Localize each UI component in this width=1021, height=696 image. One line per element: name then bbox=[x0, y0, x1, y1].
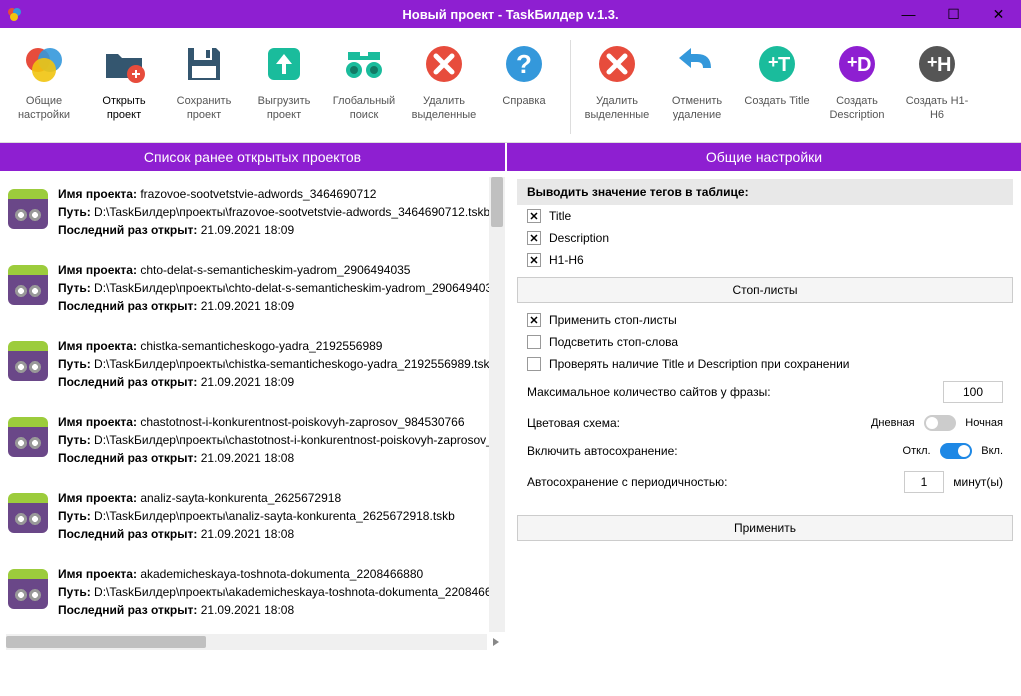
binoculars-icon bbox=[340, 40, 388, 88]
checkbox-description[interactable]: ✕Description bbox=[517, 227, 1013, 249]
checkbox-title[interactable]: ✕Title bbox=[517, 205, 1013, 227]
toolbar: Общие настройки Открыть проект Сохранить… bbox=[0, 28, 1021, 143]
checkbox-h1h6[interactable]: ✕H1-H6 bbox=[517, 249, 1013, 271]
projects-panel-header: Список ранее открытых проектов bbox=[0, 143, 505, 171]
autosave-toggle[interactable] bbox=[940, 443, 972, 459]
horizontal-scrollbar[interactable] bbox=[6, 634, 487, 650]
plus-d-icon: +D bbox=[833, 40, 881, 88]
project-item[interactable]: Имя проекта: akademicheskaya-toshnota-do… bbox=[8, 565, 497, 619]
projects-panel: Имя проекта: frazovoe-sootvetstvie-adwor… bbox=[0, 171, 505, 652]
autosave-period-input[interactable] bbox=[904, 471, 944, 493]
svg-text:+: + bbox=[768, 52, 779, 72]
settings-panel-header: Общие настройки bbox=[507, 143, 1021, 171]
delete-icon bbox=[593, 40, 641, 88]
delete-selected-button[interactable]: Удалить выделенные bbox=[404, 36, 484, 138]
color-scheme-label: Цветовая схема: bbox=[527, 416, 620, 430]
checkbox-apply-stop[interactable]: ✕Применить стоп-листы bbox=[517, 309, 1013, 331]
close-button[interactable]: ✕ bbox=[976, 0, 1021, 28]
max-sites-label: Максимальное количество сайтов у фразы: bbox=[527, 385, 771, 399]
delete-selected-button-2[interactable]: Удалить выделенные bbox=[577, 36, 657, 138]
vertical-scrollbar[interactable] bbox=[489, 177, 505, 632]
project-icon bbox=[8, 189, 48, 229]
open-project-button[interactable]: Открыть проект bbox=[84, 36, 164, 138]
settings-panel: Выводить значение тегов в таблице: ✕Titl… bbox=[505, 171, 1021, 652]
svg-text:H: H bbox=[937, 54, 951, 76]
svg-text:T: T bbox=[778, 54, 790, 76]
global-search-button[interactable]: Глобальный поиск bbox=[324, 36, 404, 138]
create-description-button[interactable]: +D Создать Description bbox=[817, 36, 897, 138]
save-project-button[interactable]: Сохранить проект bbox=[164, 36, 244, 138]
checkbox-highlight-stop[interactable]: Подсветить стоп-слова bbox=[517, 331, 1013, 353]
folder-open-icon bbox=[100, 40, 148, 88]
plus-h-icon: +H bbox=[913, 40, 961, 88]
maximize-button[interactable]: ☐ bbox=[931, 0, 976, 28]
stop-lists-button[interactable]: Стоп-листы bbox=[517, 277, 1013, 303]
create-h-button[interactable]: +H Создать H1-H6 bbox=[897, 36, 977, 138]
save-icon bbox=[180, 40, 228, 88]
svg-text:?: ? bbox=[516, 49, 532, 79]
delete-icon bbox=[420, 40, 468, 88]
project-item[interactable]: Имя проекта: chistka-semanticheskogo-yad… bbox=[8, 337, 497, 391]
circles-icon bbox=[20, 40, 68, 88]
create-title-button[interactable]: +T Создать Title bbox=[737, 36, 817, 138]
svg-text:+: + bbox=[847, 52, 858, 72]
max-sites-input[interactable] bbox=[943, 381, 1003, 403]
project-icon bbox=[8, 265, 48, 305]
project-item[interactable]: Имя проекта: analiz-sayta-konkurenta_262… bbox=[8, 489, 497, 543]
autosave-label: Включить автосохранение: bbox=[527, 444, 678, 458]
upload-icon bbox=[260, 40, 308, 88]
project-item[interactable]: Имя проекта: chastotnost-i-konkurentnost… bbox=[8, 413, 497, 467]
svg-text:+: + bbox=[927, 52, 938, 72]
minimize-button[interactable]: — bbox=[886, 0, 931, 28]
titlebar: Новый проект - TaskБилдер v.1.3. — ☐ ✕ bbox=[0, 0, 1021, 28]
help-button[interactable]: ? Справка bbox=[484, 36, 564, 138]
tags-section-header: Выводить значение тегов в таблице: bbox=[517, 179, 1013, 205]
undo-delete-button[interactable]: Отменить удаление bbox=[657, 36, 737, 138]
export-project-button[interactable]: Выгрузить проект bbox=[244, 36, 324, 138]
general-settings-button[interactable]: Общие настройки bbox=[4, 36, 84, 138]
color-scheme-toggle[interactable] bbox=[924, 415, 956, 431]
project-icon bbox=[8, 417, 48, 457]
project-item[interactable]: Имя проекта: frazovoe-sootvetstvie-adwor… bbox=[8, 185, 497, 239]
checkbox-check-title-desc[interactable]: Проверять наличие Title и Description пр… bbox=[517, 353, 1013, 375]
project-icon bbox=[8, 341, 48, 381]
app-icon bbox=[6, 6, 22, 22]
window-title: Новый проект - TaskБилдер v.1.3. bbox=[402, 7, 618, 22]
plus-t-icon: +T bbox=[753, 40, 801, 88]
apply-button[interactable]: Применить bbox=[517, 515, 1013, 541]
help-icon: ? bbox=[500, 40, 548, 88]
autosave-period-label: Автосохранение с периодичностью: bbox=[527, 475, 727, 489]
undo-icon bbox=[673, 40, 721, 88]
project-icon bbox=[8, 569, 48, 609]
svg-text:D: D bbox=[857, 54, 871, 76]
project-icon bbox=[8, 493, 48, 533]
project-item[interactable]: Имя проекта: chto-delat-s-semanticheskim… bbox=[8, 261, 497, 315]
